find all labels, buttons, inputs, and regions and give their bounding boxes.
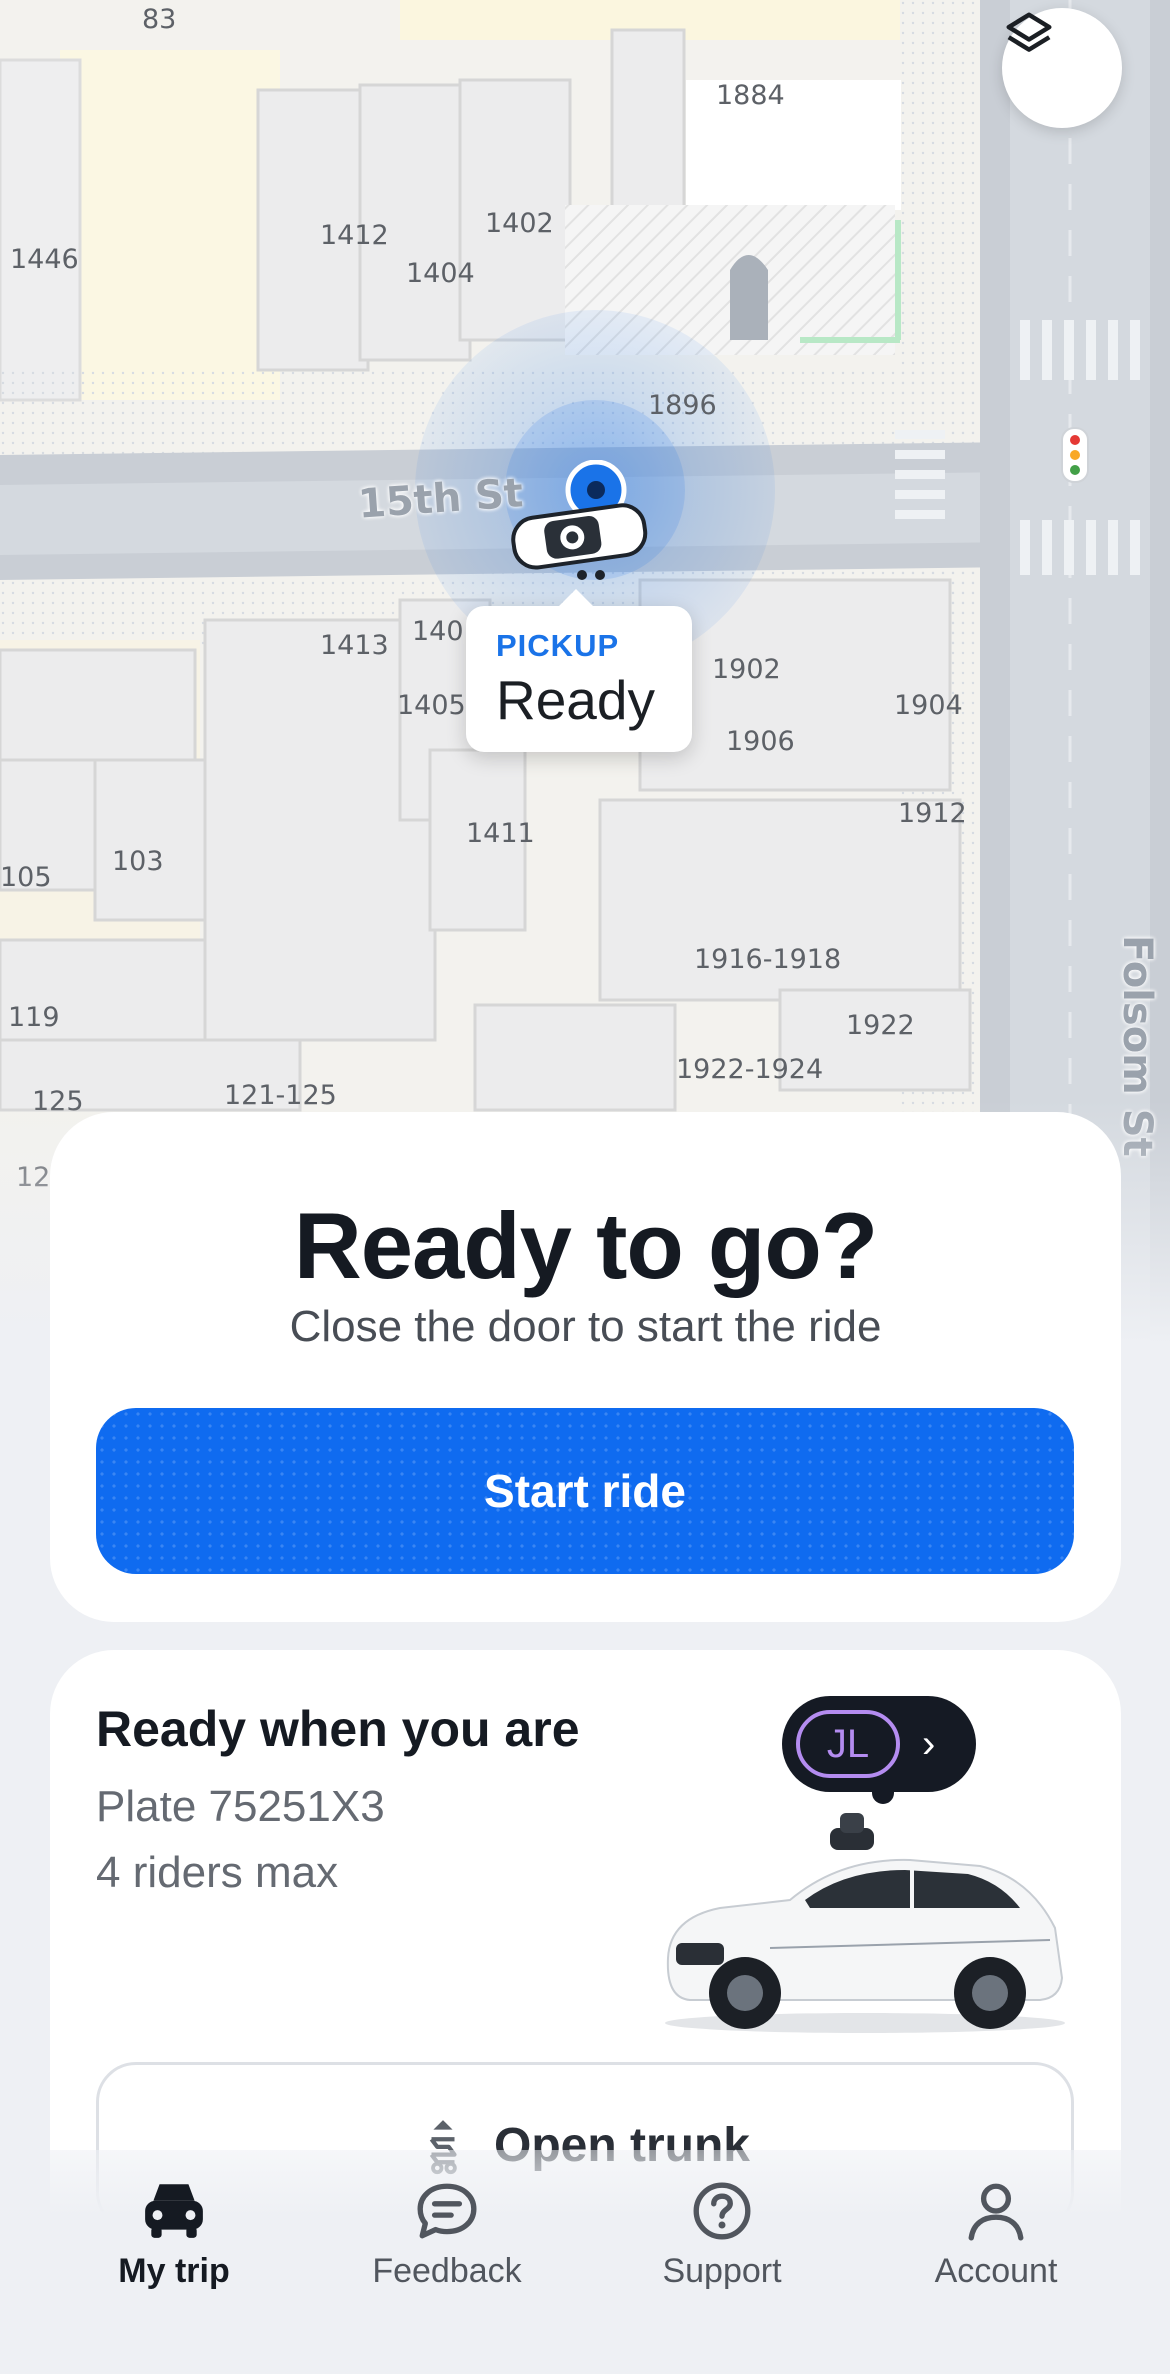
building-number: 1922-1924 [676, 1054, 824, 1085]
building-number: 1412 [320, 220, 389, 251]
pickup-callout[interactable]: PICKUP Ready [466, 606, 692, 752]
vehicle-capacity: 4 riders max [96, 1848, 339, 1897]
ready-title: Ready to go? [293, 1193, 878, 1298]
pickup-status: Ready [496, 669, 655, 731]
chat-bubble-icon [417, 2183, 477, 2239]
building-number: 1906 [726, 726, 795, 757]
start-ride-button[interactable]: Start ride [96, 1408, 1074, 1574]
nav-label-support: Support [662, 2252, 782, 2290]
building-number: 1405 [397, 690, 466, 721]
building-number: 1922 [846, 1010, 915, 1041]
building-number: 1404 [406, 258, 475, 289]
ready-subtitle: Close the door to start the ride [289, 1302, 882, 1351]
building-number: 1402 [485, 208, 554, 239]
nav-label-feedback: Feedback [372, 2252, 522, 2290]
layers-icon [1006, 12, 1052, 52]
rider-initials-button[interactable]: JL › [782, 1696, 976, 1804]
map-layers-button[interactable] [1002, 8, 1122, 128]
building-number: 1902 [712, 654, 781, 685]
building-number: 1884 [716, 80, 785, 111]
vehicle-plate: Plate 75251X3 [96, 1782, 385, 1831]
building-number: 1411 [466, 818, 535, 849]
building-number: 140 [412, 616, 464, 647]
building-number: 1413 [320, 630, 389, 661]
building-number: 1912 [898, 798, 967, 829]
rider-initials-badge: JL [796, 1710, 900, 1778]
chevron-right-icon: › [922, 1721, 936, 1766]
bottom-nav: My trip Feedback Support Account [0, 2150, 1170, 2374]
nav-label-account: Account [934, 2252, 1058, 2290]
ready-card: Ready to go? Close the door to start the… [50, 1112, 1121, 1622]
nav-item-support[interactable]: Support [602, 2180, 842, 2291]
nav-label-my-trip: My trip [118, 2252, 230, 2290]
vehicle-card-title: Ready when you are [96, 1701, 580, 1757]
building-number: 83 [142, 4, 177, 35]
building-number: 1916-1918 [694, 944, 842, 975]
building-number: 1896 [648, 390, 717, 421]
building-number: 105 [0, 862, 52, 893]
pickup-kicker: PICKUP [496, 628, 620, 663]
person-icon [968, 2183, 1024, 2241]
nav-item-account[interactable]: Account [876, 2180, 1116, 2291]
building-number: 1446 [10, 244, 79, 275]
nav-item-feedback[interactable]: Feedback [327, 2180, 567, 2291]
car-icon [145, 2184, 203, 2238]
nav-item-my-trip[interactable]: My trip [54, 2180, 294, 2291]
building-number: 103 [112, 846, 164, 877]
question-circle-icon [693, 2182, 751, 2240]
building-number: 119 [8, 1002, 60, 1033]
vehicle-marker-icon [511, 460, 648, 580]
building-number: 1904 [894, 690, 963, 721]
vehicle-image [665, 1813, 1065, 2033]
